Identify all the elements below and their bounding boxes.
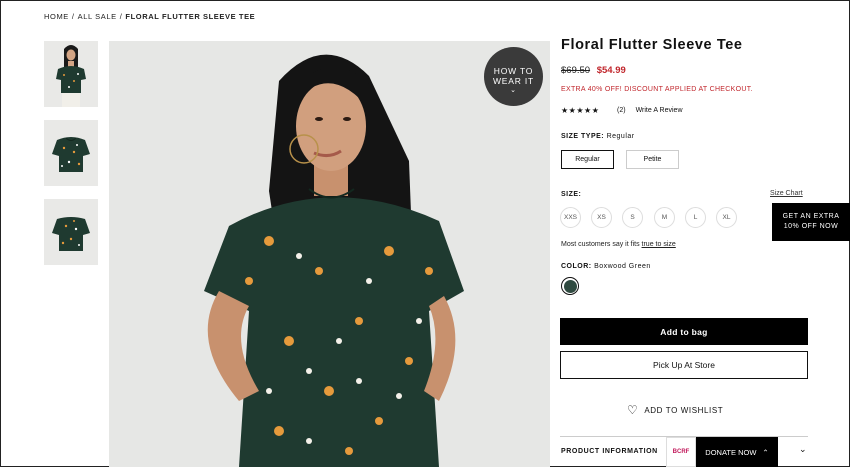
donate-label: DONATE NOW xyxy=(705,447,757,457)
chevron-down-icon[interactable]: ⌄ xyxy=(799,444,807,455)
fit-note: Most customers say it fits true to size xyxy=(561,241,676,248)
rating-row: ★★★★★ (2) Write A Review xyxy=(561,106,683,115)
size-type-label: SIZE TYPE: xyxy=(561,133,605,140)
breadcrumb-all-sale[interactable]: ALL SALE xyxy=(78,12,117,21)
heart-icon: ♡ xyxy=(627,403,639,417)
extra-offer-banner[interactable]: GET AN EXTRA 10% OFF NOW xyxy=(772,203,850,241)
size-option-s[interactable]: S xyxy=(622,207,643,228)
fit-note-text: Most customers say it fits xyxy=(561,241,640,248)
size-option-xl[interactable]: XL xyxy=(716,207,737,228)
product-title: Floral Flutter Sleeve Tee xyxy=(561,37,743,53)
thumbnail-front-flat[interactable] xyxy=(44,120,98,186)
product-hero-image[interactable] xyxy=(109,41,550,467)
size-chart-link[interactable]: Size Chart xyxy=(770,190,803,197)
wishlist-label: ADD TO WISHLIST xyxy=(644,405,724,415)
price: $69.50 $54.99 xyxy=(561,65,626,76)
color-swatch-fill xyxy=(563,279,577,293)
thumbnail-model[interactable] xyxy=(44,41,98,107)
pick-up-at-store-button[interactable]: Pick Up At Store xyxy=(560,351,808,379)
size-option-xs[interactable]: XS xyxy=(591,207,612,228)
size-option-m[interactable]: M xyxy=(654,207,675,228)
size-label: SIZE: xyxy=(561,191,581,198)
color-label-row: COLOR: Boxwood Green xyxy=(561,263,651,270)
extra-offer-line1: GET AN EXTRA xyxy=(782,213,840,220)
size-option-l[interactable]: L xyxy=(685,207,706,228)
promo-message: EXTRA 40% OFF! DISCOUNT APPLIED AT CHECK… xyxy=(561,86,753,93)
breadcrumb: HOME / ALL SALE / FLORAL FLUTTER SLEEVE … xyxy=(44,12,255,21)
how-to-line2: WEAR IT xyxy=(492,76,534,86)
write-review-link[interactable]: Write A Review xyxy=(636,107,683,114)
size-type-petite-button[interactable]: Petite xyxy=(626,150,679,169)
color-swatch-boxwood-green[interactable] xyxy=(561,277,579,295)
size-option-xxs[interactable]: XXS xyxy=(560,207,581,228)
bcrf-logo: BCRF xyxy=(666,437,696,467)
size-label-text: SIZE: xyxy=(561,191,582,198)
breadcrumb-current: FLORAL FLUTTER SLEEVE TEE xyxy=(125,12,256,21)
donate-now-button[interactable]: DONATE NOW ⌃ xyxy=(696,437,778,467)
add-to-bag-button[interactable]: Add to bag xyxy=(560,318,808,345)
chevron-up-icon: ⌃ xyxy=(762,447,769,457)
original-price: $69.50 xyxy=(561,65,591,76)
true-to-size-link[interactable]: true to size xyxy=(642,241,676,248)
color-value: Boxwood Green xyxy=(594,263,651,270)
star-rating-icon[interactable]: ★★★★★ xyxy=(561,106,617,115)
sale-price: $54.99 xyxy=(596,65,626,76)
size-type-regular-button[interactable]: Regular xyxy=(561,150,614,169)
thumbnail-gallery xyxy=(44,41,98,278)
product-information-toggle[interactable]: PRODUCT INFORMATION xyxy=(561,448,658,455)
add-to-wishlist-button[interactable]: ♡ ADD TO WISHLIST xyxy=(627,403,724,417)
review-count[interactable]: (2) xyxy=(617,107,626,114)
size-type-label-row: SIZE TYPE: Regular xyxy=(561,133,635,140)
breadcrumb-home[interactable]: HOME xyxy=(44,12,69,21)
color-label: COLOR: xyxy=(561,263,592,270)
thumbnail-back-flat[interactable] xyxy=(44,199,98,265)
breadcrumb-separator: / xyxy=(71,12,75,21)
how-to-wear-it-button[interactable]: HOW TO WEAR IT ⌄ xyxy=(484,47,543,106)
breadcrumb-separator: / xyxy=(119,12,123,21)
how-to-line1: HOW TO xyxy=(493,66,534,76)
extra-offer-line2: 10% OFF NOW xyxy=(783,223,839,230)
size-type-value: Regular xyxy=(606,133,635,140)
chevron-down-icon: ⌄ xyxy=(510,87,517,94)
